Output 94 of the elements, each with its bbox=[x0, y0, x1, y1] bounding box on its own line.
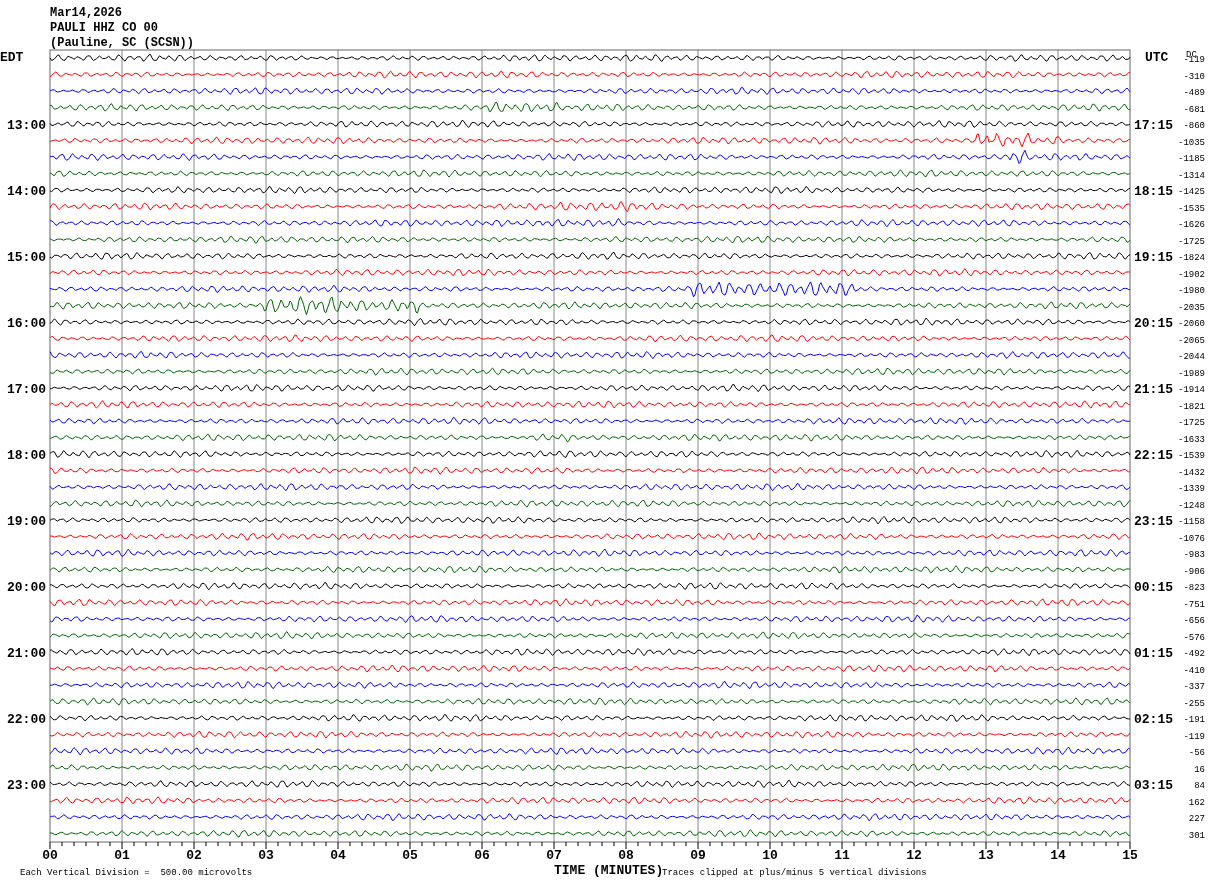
dc-offset-label: -1248 bbox=[1178, 500, 1205, 511]
location-label: (Pauline, SC (SCSN)) bbox=[50, 36, 195, 50]
dc-offset-label: 84 bbox=[1194, 781, 1205, 791]
dc-offset-label: -1185 bbox=[1178, 154, 1205, 164]
time-label: 13:00 bbox=[7, 118, 46, 133]
dc-offset-label: -2065 bbox=[1178, 335, 1205, 346]
axis-tick-label: 10 bbox=[762, 848, 778, 863]
axis-tick-label: 00 bbox=[42, 848, 58, 863]
dc-offset-label: -119 bbox=[1183, 55, 1205, 65]
dc-offset-label: -191 bbox=[1183, 715, 1205, 725]
time-label: 20:15 bbox=[1134, 316, 1173, 331]
axis-tick-label: 07 bbox=[546, 848, 562, 863]
time-label: 19:15 bbox=[1134, 250, 1173, 265]
dc-offset-label: -410 bbox=[1183, 665, 1205, 676]
axis-tick-label: 12 bbox=[906, 848, 922, 863]
dc-offset-label: -1821 bbox=[1178, 401, 1205, 412]
dc-offset-label: -1902 bbox=[1178, 269, 1205, 280]
dc-offset-label: 162 bbox=[1188, 797, 1205, 808]
dc-offset-label: -337 bbox=[1183, 682, 1205, 692]
dc-offset-label: -823 bbox=[1183, 583, 1205, 593]
dc-offset-label: 227 bbox=[1188, 814, 1205, 824]
dc-offset-label: -1633 bbox=[1178, 434, 1205, 445]
dc-offset-label: -2060 bbox=[1178, 319, 1205, 329]
date-label: Mar14,2026 bbox=[50, 6, 122, 20]
dc-offset-label: -1035 bbox=[1178, 137, 1205, 148]
dc-offset-label: -255 bbox=[1183, 698, 1205, 709]
time-label: 19:00 bbox=[7, 514, 46, 529]
dc-offset-label: -1076 bbox=[1178, 533, 1205, 544]
dc-offset-label: -1432 bbox=[1178, 467, 1205, 478]
axis-tick-label: 03 bbox=[258, 848, 274, 863]
axis-tick-label: 02 bbox=[186, 848, 202, 863]
dc-offset-label: -1989 bbox=[1178, 368, 1205, 379]
timezone-label: UTC bbox=[1145, 50, 1169, 65]
dc-offset-label: -1914 bbox=[1178, 385, 1205, 395]
dc-offset-label: -1539 bbox=[1178, 451, 1205, 461]
time-label: 20:00 bbox=[7, 580, 46, 595]
dc-offset-label: -860 bbox=[1183, 121, 1205, 131]
dc-offset-label: -656 bbox=[1183, 616, 1205, 626]
time-label: 17:00 bbox=[7, 382, 46, 397]
dc-offset-label: -1725 bbox=[1178, 236, 1205, 247]
time-label: 18:00 bbox=[7, 448, 46, 463]
axis-tick-label: 08 bbox=[618, 848, 634, 863]
dc-offset-label: -1535 bbox=[1178, 203, 1205, 214]
dc-offset-label: -2044 bbox=[1178, 352, 1205, 362]
time-label: 16:00 bbox=[7, 316, 46, 331]
dc-offset-label: -1314 bbox=[1178, 170, 1205, 181]
dc-offset-label: -906 bbox=[1183, 566, 1205, 577]
time-label: 23:00 bbox=[7, 778, 46, 793]
timezone-label: EDT bbox=[0, 50, 24, 65]
time-label: 23:15 bbox=[1134, 514, 1173, 529]
dc-offset-label: -983 bbox=[1183, 550, 1205, 560]
time-label: 21:15 bbox=[1134, 382, 1173, 397]
dc-offset-label: -1425 bbox=[1178, 187, 1205, 197]
dc-offset-label: -1980 bbox=[1178, 286, 1205, 296]
dc-offset-label: -1824 bbox=[1178, 253, 1205, 263]
time-label: 21:00 bbox=[7, 646, 46, 661]
axis-tick-label: 15 bbox=[1122, 848, 1138, 863]
time-label: 02:15 bbox=[1134, 712, 1173, 727]
time-label: 03:15 bbox=[1134, 778, 1173, 793]
axis-tick-label: 11 bbox=[834, 848, 850, 863]
station-label: PAULI HHZ CO 00 bbox=[50, 21, 159, 35]
time-label: 00:15 bbox=[1134, 580, 1173, 595]
dc-offset-label: -489 bbox=[1183, 88, 1205, 98]
dc-offset-label: -2035 bbox=[1178, 302, 1205, 313]
time-label: 18:15 bbox=[1134, 184, 1173, 199]
dc-offset-label: -1725 bbox=[1178, 418, 1205, 428]
dc-offset-label: -576 bbox=[1183, 632, 1205, 643]
axis-tick-label: 06 bbox=[474, 848, 490, 863]
dc-offset-label: -56 bbox=[1188, 748, 1205, 758]
axis-tick-label: 13 bbox=[978, 848, 994, 863]
dc-offset-label: -119 bbox=[1183, 731, 1205, 742]
dc-offset-label: -1626 bbox=[1178, 220, 1205, 230]
time-label: 01:15 bbox=[1134, 646, 1173, 661]
time-label: 22:00 bbox=[7, 712, 46, 727]
axis-tick-label: 04 bbox=[330, 848, 346, 863]
axis-tick-label: 05 bbox=[402, 848, 418, 863]
dc-offset-label: -492 bbox=[1183, 649, 1205, 659]
time-label: 14:00 bbox=[7, 184, 46, 199]
dc-offset-label: -751 bbox=[1183, 599, 1205, 610]
dc-offset-label: 301 bbox=[1188, 830, 1205, 841]
clip-note: Traces clipped at plus/minus 5 vertical divisions bbox=[662, 868, 927, 878]
time-label: 15:00 bbox=[7, 250, 46, 265]
dc-offset-label: -1158 bbox=[1178, 517, 1205, 527]
axis-tick-label: 09 bbox=[690, 848, 706, 863]
axis-tick-label: 14 bbox=[1050, 848, 1066, 863]
dc-offset-label: 16 bbox=[1194, 764, 1205, 775]
scale-note: Each Vertical Division = 500.00 microvolts bbox=[20, 868, 253, 878]
time-label: 22:15 bbox=[1134, 448, 1173, 463]
axis-tick-label: 01 bbox=[114, 848, 130, 863]
axis-title: TIME (MINUTES) bbox=[554, 863, 664, 878]
dc-offset-label: -310 bbox=[1183, 71, 1205, 82]
time-label: 17:15 bbox=[1134, 118, 1173, 133]
dc-offset-label: -1339 bbox=[1178, 484, 1205, 494]
dc-offset-label: -681 bbox=[1183, 104, 1205, 115]
